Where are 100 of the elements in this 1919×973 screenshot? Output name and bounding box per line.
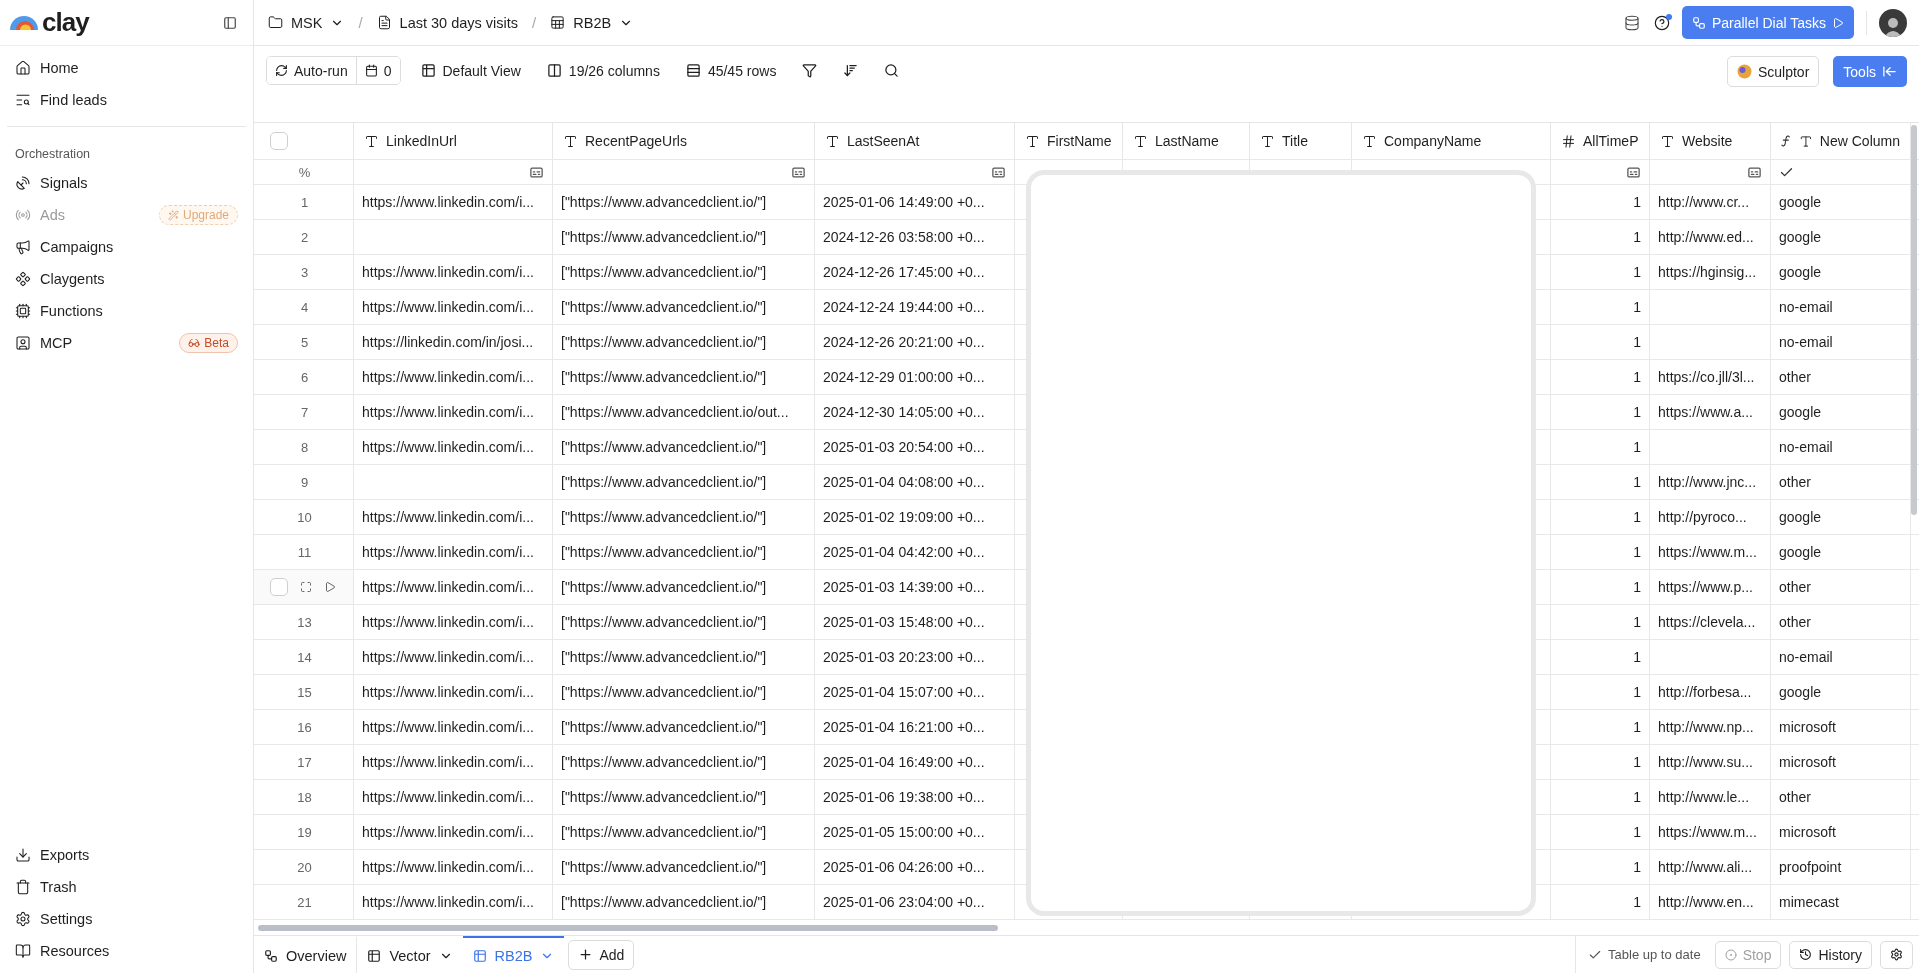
column-header[interactable]: LastName [1123,123,1250,159]
row-number: 8 [300,439,309,455]
workflow-icon [264,948,278,963]
history-button[interactable]: History [1789,940,1872,969]
breadcrumb-separator: / [358,14,363,31]
summary-icon[interactable] [1626,164,1641,180]
plus-icon [578,947,594,962]
column-header[interactable]: FirstName [1015,123,1123,159]
nav-item[interactable]: Resources [7,935,246,967]
table-cell: ["https://www.advancedclient.io/"] [561,649,767,665]
summary-icon[interactable] [529,164,544,180]
column-header[interactable]: LastSeenAt [815,123,1015,159]
broadcast-icon [15,207,31,223]
horizontal-scrollbar[interactable] [258,925,998,931]
table-cell: 1 [1633,649,1641,665]
table-cell: http://www.en... [1658,894,1754,910]
run-count-button[interactable]: 0 [355,57,400,84]
table-cell: google [1779,404,1822,420]
column-header[interactable]: CompanyName [1352,123,1551,159]
table-cell: http://forbesa... [1658,684,1752,700]
table-cell: google [1779,264,1822,280]
help-icon[interactable] [1653,14,1670,31]
expand-icon[interactable] [300,581,312,593]
column-header[interactable]: LinkedInUrl [354,123,553,159]
refresh-icon [275,64,288,77]
breadcrumb-item[interactable]: MSK [266,10,347,35]
column-header[interactable]: Website [1650,123,1771,159]
row-checkbox[interactable] [270,578,288,596]
table-cell: google [1779,544,1822,560]
diamond-icon [15,271,31,287]
row-number: 5 [300,334,309,350]
column-header[interactable]: RecentPageUrls [553,123,815,159]
workflow-icon [1691,15,1706,30]
vertical-scrollbar[interactable] [1911,125,1917,515]
nav-item[interactable]: Trash [7,871,246,903]
table-cell: 1 [1633,509,1641,525]
table-cell: other [1779,474,1811,490]
sculptor-button[interactable]: Sculptor [1726,56,1820,87]
breadcrumb-item[interactable]: RB2B [548,10,636,35]
columns-button[interactable]: 19/26 columns [540,56,666,85]
table-cell: ["https://www.advancedclient.io/"] [561,684,767,700]
nav-item[interactable]: Exports [7,839,246,871]
table-cell: https://www.linkedin.com/i... [362,579,534,595]
tools-button[interactable]: Tools [1833,56,1907,87]
table-cell: https://www.linkedin.com/i... [362,439,534,455]
table-cell: mimecast [1779,894,1839,910]
table-cell: 2024-12-24 19:44:00 +0... [823,299,985,315]
table-cell: http://www.su... [1658,754,1753,770]
nav-item[interactable]: Campaigns [7,231,246,263]
nav-item[interactable]: Settings [7,903,246,935]
table-cell: 1 [1633,789,1641,805]
table-cell: ["https://www.advancedclient.io/"] [561,789,767,805]
table-cell: ["https://www.advancedclient.io/"] [561,264,767,280]
parallel-dial-button[interactable]: Parallel Dial Tasks [1681,6,1854,39]
summary-icon[interactable] [1747,164,1762,180]
nav-item[interactable]: Claygents [7,263,246,295]
row-number: 17 [297,754,312,770]
summary-icon[interactable] [791,164,806,180]
table-cell: ["https://www.advancedclient.io/"] [561,719,767,735]
table-cell: https://www.linkedin.com/i... [362,404,534,420]
avatar[interactable] [1879,8,1907,37]
table-cell: 2025-01-04 15:07:00 +0... [823,684,985,700]
settings-button[interactable] [1880,940,1913,969]
sheet-tab[interactable]: Vector [357,936,463,973]
row-number: 15 [297,684,312,700]
play-icon[interactable] [324,581,336,593]
column-header[interactable]: Title [1250,123,1352,159]
row-number: 19 [297,824,312,840]
table-cell: no-email [1779,439,1833,455]
table-cell: https://www.linkedin.com/i... [362,509,534,525]
table-cell: 2025-01-04 16:49:00 +0... [823,754,985,770]
nav-item[interactable]: Functions [7,295,246,327]
breadcrumb-item[interactable]: Last 30 days visits [374,10,521,35]
row-number: 10 [297,509,312,525]
sheet-tab[interactable]: RB2B [462,936,565,973]
sheet-tab[interactable]: Overview [254,936,358,973]
table-cell: no-email [1779,334,1833,350]
column-header[interactable]: AllTimeP [1551,123,1650,159]
add-button[interactable]: Add [568,939,635,970]
table-cell: https://www.linkedin.com/i... [362,369,534,385]
nav-item[interactable]: Home [7,52,246,84]
table-cell: https://www.m... [1658,824,1757,840]
view-button[interactable]: Default View [414,56,527,85]
table-cell: 2024-12-29 01:00:00 +0... [823,369,985,385]
row-number: 14 [297,649,312,665]
nav-item[interactable]: MCP Beta [7,327,246,359]
table-cell: 1 [1633,684,1641,700]
stop-icon [1724,948,1737,961]
table-cell: microsoft [1779,824,1836,840]
table-cell: 1 [1633,299,1641,315]
row-number: 2 [300,229,309,245]
table-cell: ["https://www.advancedclient.io/"] [561,824,767,840]
table-cell: google [1779,684,1822,700]
table-cell: http://www.ed... [1658,229,1754,245]
nav-item[interactable]: Find leads [7,84,246,116]
select-all-checkbox[interactable] [270,132,288,150]
summary-icon[interactable] [991,164,1006,180]
rows-button[interactable]: 45/45 rows [679,56,783,85]
nav-item[interactable]: Signals [7,167,246,199]
table-cell: 2025-01-06 14:49:00 +0... [823,194,985,210]
